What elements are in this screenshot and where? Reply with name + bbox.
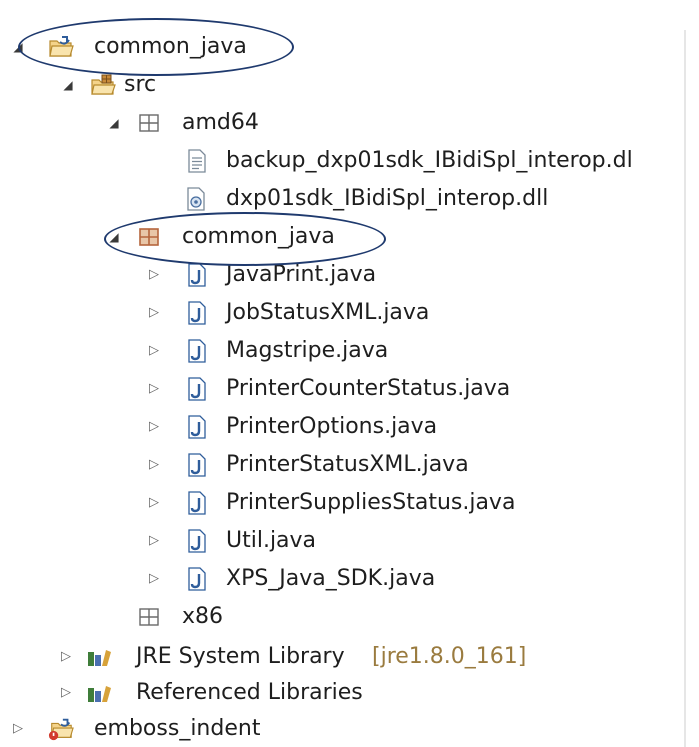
- expand-toggle[interactable]: ▷: [146, 560, 162, 598]
- collapse-toggle[interactable]: ◢: [106, 104, 122, 142]
- tree-row-project-common-java[interactable]: ◢ common_java: [0, 28, 686, 66]
- expand-toggle[interactable]: ▷: [146, 256, 162, 294]
- library-icon: [86, 638, 112, 676]
- tree-row-package-common-java[interactable]: ◢ common_java: [0, 218, 686, 256]
- tree-row-java-file[interactable]: ▷ PrinterSuppliesStatus.java: [0, 484, 686, 522]
- java-file-icon: [184, 408, 210, 446]
- file-label[interactable]: PrinterStatusXML.java: [226, 446, 469, 484]
- dll-file-icon: [184, 180, 210, 218]
- tree-row-java-file[interactable]: ▷ Util.java: [0, 522, 686, 560]
- java-file-icon: [184, 294, 210, 332]
- source-folder-icon: [90, 66, 116, 104]
- java-file-icon: [184, 446, 210, 484]
- java-file-icon: [184, 484, 210, 522]
- tree-row-java-file[interactable]: ▷ PrinterCounterStatus.java: [0, 370, 686, 408]
- java-file-icon: [184, 256, 210, 294]
- tree-row-file[interactable]: dxp01sdk_IBidiSpl_interop.dll: [0, 180, 686, 218]
- expand-toggle[interactable]: ▷: [146, 332, 162, 370]
- empty-package-icon: [136, 598, 162, 636]
- expand-toggle[interactable]: ▷: [58, 674, 74, 712]
- library-icon: [86, 674, 112, 712]
- file-label[interactable]: JavaPrint.java: [226, 256, 376, 294]
- project-label[interactable]: emboss_indent: [94, 710, 260, 747]
- tree-row-java-file[interactable]: ▷ PrinterOptions.java: [0, 408, 686, 446]
- tree-row-java-file[interactable]: ▷ JavaPrint.java: [0, 256, 686, 294]
- expand-toggle[interactable]: ▷: [146, 522, 162, 560]
- collapse-toggle[interactable]: ◢: [60, 66, 76, 104]
- collapse-toggle[interactable]: ◢: [106, 218, 122, 256]
- file-label[interactable]: PrinterSuppliesStatus.java: [226, 484, 515, 522]
- src-label[interactable]: src: [124, 66, 156, 104]
- project-label[interactable]: common_java: [94, 28, 247, 66]
- expand-toggle[interactable]: ▷: [146, 370, 162, 408]
- java-project-icon: [48, 28, 74, 66]
- package-label[interactable]: common_java: [182, 218, 335, 256]
- tree-row-java-file[interactable]: ▷ XPS_Java_SDK.java: [0, 560, 686, 598]
- library-label[interactable]: JRE System Library: [136, 638, 345, 676]
- tree-row-project-emboss-indent[interactable]: ▷ emboss_indent: [0, 710, 686, 747]
- package-label[interactable]: amd64: [182, 104, 259, 142]
- package-icon: [136, 218, 162, 256]
- package-label[interactable]: x86: [182, 598, 223, 636]
- tree-row-java-file[interactable]: ▷ JobStatusXML.java: [0, 294, 686, 332]
- java-file-icon: [184, 560, 210, 598]
- file-label[interactable]: XPS_Java_SDK.java: [226, 560, 435, 598]
- library-label[interactable]: Referenced Libraries: [136, 674, 363, 712]
- java-project-error-icon: [48, 710, 74, 747]
- file-label[interactable]: PrinterCounterStatus.java: [226, 370, 510, 408]
- expand-toggle[interactable]: ▷: [146, 294, 162, 332]
- java-file-icon: [184, 332, 210, 370]
- tree-row-src[interactable]: ◢ src: [0, 66, 686, 104]
- tree-row-referenced-libraries[interactable]: ▷ Referenced Libraries: [0, 674, 686, 712]
- file-label[interactable]: dxp01sdk_IBidiSpl_interop.dll: [226, 180, 548, 218]
- tree-row-file[interactable]: backup_dxp01sdk_IBidiSpl_interop.dl: [0, 142, 686, 180]
- tree-row-package-amd64[interactable]: ◢ amd64: [0, 104, 686, 142]
- file-label[interactable]: PrinterOptions.java: [226, 408, 437, 446]
- expand-toggle[interactable]: ▷: [146, 408, 162, 446]
- expand-toggle[interactable]: ▷: [10, 710, 26, 747]
- java-file-icon: [184, 522, 210, 560]
- text-file-icon: [184, 142, 210, 180]
- expand-toggle[interactable]: ▷: [146, 446, 162, 484]
- package-explorer-tree: ◢ common_java ◢ src ◢ amd64 backup_dxp01…: [0, 0, 699, 747]
- tree-row-jre-system-library[interactable]: ▷ JRE System Library [jre1.8.0_161]: [0, 638, 686, 676]
- collapse-toggle[interactable]: ◢: [10, 28, 26, 66]
- file-label[interactable]: backup_dxp01sdk_IBidiSpl_interop.dl: [226, 142, 633, 180]
- expand-toggle[interactable]: ▷: [58, 638, 74, 676]
- package-icon: [136, 104, 162, 142]
- expand-toggle[interactable]: ▷: [146, 484, 162, 522]
- tree-row-java-file[interactable]: ▷ Magstripe.java: [0, 332, 686, 370]
- tree-row-java-file[interactable]: ▷ PrinterStatusXML.java: [0, 446, 686, 484]
- java-file-icon: [184, 370, 210, 408]
- library-version-decoration: [jre1.8.0_161]: [372, 644, 527, 669]
- file-label[interactable]: Magstripe.java: [226, 332, 388, 370]
- file-label[interactable]: Util.java: [226, 522, 316, 560]
- file-label[interactable]: JobStatusXML.java: [226, 294, 429, 332]
- tree-row-package-x86[interactable]: x86: [0, 598, 686, 636]
